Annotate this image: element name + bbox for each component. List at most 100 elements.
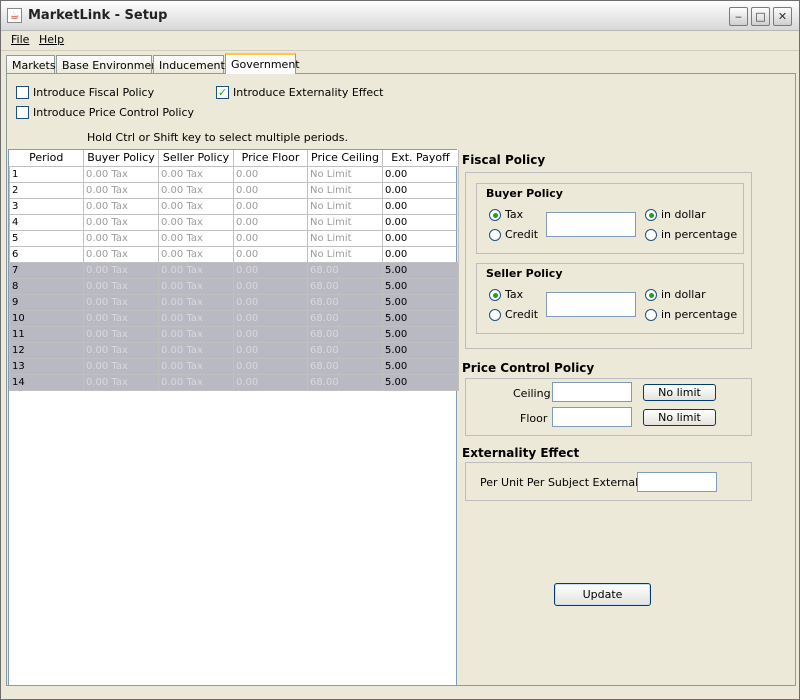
table-row[interactable]: 5 0.00 Tax 0.00 Tax 0.00 No Limit 0.00 [9, 229, 459, 247]
table-row-selected[interactable]: 7 0.00 Tax 0.00 Tax 0.00 68.00 5.00 [9, 261, 459, 279]
seller-tax-radio[interactable]: Tax [489, 288, 523, 301]
buyer-percentage-radio[interactable]: in percentage [645, 228, 737, 241]
fiscal-policy-checkbox[interactable]: Introduce Fiscal Policy [16, 86, 154, 99]
table-row[interactable]: 4 0.00 Tax 0.00 Tax 0.00 No Limit 0.00 [9, 213, 459, 231]
externality-label: Introduce Externality Effect [233, 86, 384, 99]
seller-dollar-radio[interactable]: in dollar [645, 288, 706, 301]
externality-group: Per Unit Per Subject Externality [465, 462, 752, 501]
buyer-tax-radio[interactable]: Tax [489, 208, 523, 221]
cell: 0.00 Tax [158, 229, 234, 247]
cell: 0.00 [233, 165, 308, 183]
price-control-checkbox[interactable]: Introduce Price Control Policy [16, 106, 194, 119]
cell: 0.00 Tax [83, 357, 159, 375]
radio-icon [489, 228, 501, 241]
cell: 0.00 Tax [83, 181, 159, 199]
seller-policy-group: Seller Policy Tax Credit in dollar in pe… [476, 263, 744, 334]
cell: 0.00 Tax [158, 181, 234, 199]
seller-percentage-radio[interactable]: in percentage [645, 308, 737, 321]
title-bar[interactable]: ☕ MarketLink - Setup ‒ □ ✕ [1, 1, 799, 31]
column-header[interactable]: Price Ceiling [307, 150, 383, 167]
floor-input[interactable] [552, 407, 632, 427]
menu-file-label: File [11, 33, 30, 46]
cell: 0.00 [233, 213, 308, 231]
cell: 0.00 [233, 245, 308, 263]
cell: 0.00 Tax [158, 325, 234, 343]
cell: 68.00 [307, 261, 383, 279]
cell: 68.00 [307, 277, 383, 295]
radio-label: in percentage [661, 228, 738, 241]
column-header[interactable]: Seller Policy [158, 150, 234, 167]
cell: No Limit [307, 213, 383, 231]
cell: No Limit [307, 245, 383, 263]
buyer-dollar-radio[interactable]: in dollar [645, 208, 706, 221]
table-row[interactable]: 3 0.00 Tax 0.00 Tax 0.00 No Limit 0.00 [9, 197, 459, 215]
buyer-policy-title: Buyer Policy [486, 187, 563, 200]
table-row-selected[interactable]: 13 0.00 Tax 0.00 Tax 0.00 68.00 5.00 [9, 357, 459, 375]
ceiling-input[interactable] [552, 382, 632, 402]
externality-input[interactable] [637, 472, 717, 492]
cell: 5.00 [382, 357, 459, 375]
radio-icon [645, 308, 657, 321]
maximize-button[interactable]: □ [751, 7, 770, 26]
cell: No Limit [307, 197, 383, 215]
cell: 0.00 Tax [83, 373, 159, 391]
table-row-selected[interactable]: 9 0.00 Tax 0.00 Tax 0.00 68.00 5.00 [9, 293, 459, 311]
table-row-selected[interactable]: 14 0.00 Tax 0.00 Tax 0.00 68.00 5.00 [9, 373, 459, 391]
table-row-selected[interactable]: 11 0.00 Tax 0.00 Tax 0.00 68.00 5.00 [9, 325, 459, 343]
floor-no-limit-button[interactable]: No limit [643, 409, 716, 426]
externality-title: Externality Effect [462, 446, 580, 460]
minimize-button[interactable]: ‒ [729, 7, 748, 26]
update-button[interactable]: Update [554, 583, 651, 606]
menu-file[interactable]: File [11, 33, 29, 46]
cell: 0.00 Tax [83, 213, 159, 231]
seller-credit-radio[interactable]: Credit [489, 308, 538, 321]
tab-base-environment[interactable]: Base Environment [56, 55, 163, 74]
cell: 0.00 Tax [83, 293, 159, 311]
cell: 68.00 [307, 357, 383, 375]
tab-markets[interactable]: Markets [6, 55, 56, 74]
cell: 6 [9, 245, 84, 263]
cell: 5.00 [382, 341, 459, 359]
cell: 0.00 [382, 213, 459, 231]
close-button[interactable]: ✕ [773, 7, 792, 26]
column-header[interactable]: Buyer Policy [83, 150, 159, 167]
menu-bar: File Help [1, 31, 799, 51]
cell: 0.00 [233, 373, 308, 391]
table-row-selected[interactable]: 8 0.00 Tax 0.00 Tax 0.00 68.00 5.00 [9, 277, 459, 295]
cell: 0.00 [382, 181, 459, 199]
cell: 0.00 Tax [83, 277, 159, 295]
government-panel: Introduce Fiscal Policy ✓ Introduce Exte… [6, 73, 796, 686]
column-header[interactable]: Period [9, 150, 84, 167]
period-table[interactable]: Period Buyer Policy Seller Policy Price … [8, 149, 459, 686]
externality-checkbox[interactable]: ✓ Introduce Externality Effect [216, 86, 383, 99]
column-header[interactable]: Price Floor [233, 150, 308, 167]
java-cup-icon: ☕ [7, 8, 22, 23]
cell: 14 [9, 373, 84, 391]
menu-help[interactable]: Help [39, 33, 64, 46]
cell: 0.00 [382, 229, 459, 247]
cell: 7 [9, 261, 84, 279]
table-row[interactable]: 6 0.00 Tax 0.00 Tax 0.00 No Limit 0.00 [9, 245, 459, 263]
cell: 0.00 Tax [83, 261, 159, 279]
price-control-group: Ceiling No limit Floor No limit [465, 378, 752, 436]
tab-inducements[interactable]: Inducements [153, 55, 230, 74]
cell: No Limit [307, 165, 383, 183]
fiscal-policy-label: Introduce Fiscal Policy [33, 86, 155, 99]
column-header[interactable]: Ext. Payoff [382, 150, 459, 167]
cell: 0.00 Tax [83, 229, 159, 247]
radio-selected-icon [645, 288, 657, 301]
table-row-selected[interactable]: 10 0.00 Tax 0.00 Tax 0.00 68.00 5.00 [9, 309, 459, 327]
table-row[interactable]: 2 0.00 Tax 0.00 Tax 0.00 No Limit 0.00 [9, 181, 459, 199]
seller-policy-amount-input[interactable] [546, 292, 636, 317]
buyer-credit-radio[interactable]: Credit [489, 228, 538, 241]
seller-policy-title: Seller Policy [486, 267, 563, 280]
cell: 0.00 Tax [83, 197, 159, 215]
table-row[interactable]: 1 0.00 Tax 0.00 Tax 0.00 No Limit 0.00 [9, 165, 459, 183]
tab-government[interactable]: Government [225, 53, 300, 74]
table-row-selected[interactable]: 12 0.00 Tax 0.00 Tax 0.00 68.00 5.00 [9, 341, 459, 359]
cell: 0.00 Tax [158, 245, 234, 263]
radio-icon [645, 228, 657, 241]
ceiling-no-limit-button[interactable]: No limit [643, 384, 716, 401]
buyer-policy-amount-input[interactable] [546, 212, 636, 237]
radio-selected-icon [489, 288, 501, 301]
